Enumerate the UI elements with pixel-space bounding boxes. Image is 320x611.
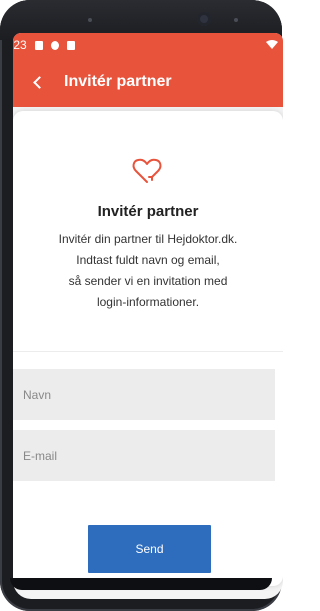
sensor-dot (234, 18, 238, 22)
invite-card: Invitér partner Invitér din partner til … (13, 111, 283, 586)
status-bar: :23 (13, 33, 283, 57)
app-bar: Invitér partner (13, 57, 283, 107)
chevron-left-icon (32, 75, 46, 89)
name-field[interactable]: Navn (13, 369, 275, 420)
description-line: så sender vi en invitation med (68, 274, 228, 288)
phone-bottom-bezel (10, 578, 272, 590)
email-placeholder: E-mail (23, 448, 58, 463)
app-notification-icon (50, 40, 59, 50)
sensor-dot (88, 18, 92, 22)
back-button[interactable] (19, 57, 55, 107)
heart-icon (132, 158, 162, 183)
description-line: login-informationer. (96, 295, 200, 309)
divider (13, 351, 283, 352)
send-button[interactable]: Send (88, 525, 211, 573)
status-time: :23 (13, 38, 27, 52)
email-field[interactable]: E-mail (13, 430, 275, 481)
wifi-signal-icon (266, 40, 278, 49)
description: Invitér din partner til Hejdoktor.dk. In… (13, 229, 283, 313)
card-title: Invitér partner (97, 203, 199, 220)
notification-icon (34, 40, 43, 50)
app-screen: :23 Invitér partner Invitér partner Invi… (13, 33, 283, 599)
front-camera (197, 12, 211, 26)
description-line: Indtast fuldt navn og email, (76, 253, 220, 267)
name-placeholder: Navn (23, 387, 52, 402)
app-bar-title: Invitér partner (64, 73, 172, 90)
description-line: Invitér din partner til Hejdoktor.dk. (58, 232, 238, 246)
phone-frame: :23 Invitér partner Invitér partner Invi… (0, 0, 283, 611)
document-icon (66, 40, 75, 50)
